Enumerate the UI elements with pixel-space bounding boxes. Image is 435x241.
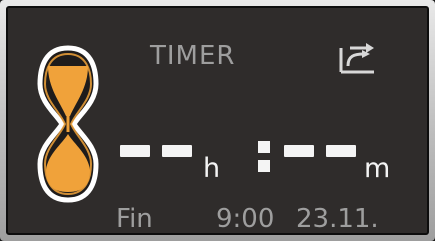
colon-top-dot bbox=[258, 141, 270, 153]
colon-bottom-dot bbox=[258, 160, 270, 172]
minutes-unit-label: m bbox=[364, 153, 391, 184]
hourglass-icon bbox=[37, 45, 99, 203]
display-bezel: TIMER h m Fin 9:00 23.11. bbox=[0, 0, 435, 241]
timer-title: TIMER bbox=[150, 41, 236, 71]
finish-date: 23.11. bbox=[296, 204, 379, 234]
minutes-digit-2-placeholder bbox=[326, 145, 356, 157]
finish-time: 9:00 bbox=[216, 204, 275, 234]
finish-label: Fin bbox=[116, 204, 153, 234]
hours-digit-2-placeholder bbox=[162, 145, 192, 157]
timer-screen: TIMER h m Fin 9:00 23.11. bbox=[6, 6, 429, 235]
hours-digit-1-placeholder bbox=[120, 145, 150, 157]
hours-unit-label: h bbox=[203, 153, 221, 184]
return-arrow-icon[interactable] bbox=[338, 42, 378, 74]
minutes-digit-1-placeholder bbox=[284, 145, 314, 157]
